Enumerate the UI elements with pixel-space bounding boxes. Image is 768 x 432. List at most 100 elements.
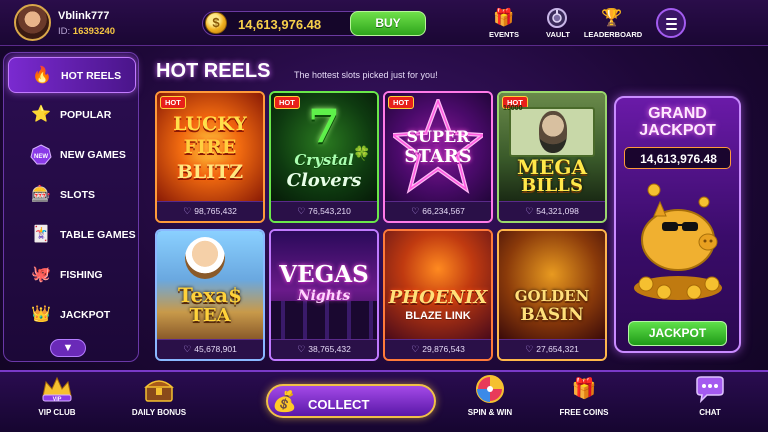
like-count-bar: ♡ 54,321,098 [499,201,605,221]
game-title-line: VEGAS [279,261,369,288]
like-count: 76,543,210 [308,206,351,216]
like-count-bar: ♡ 38,765,432 [271,339,377,359]
skyline-image [271,301,377,339]
game-tile-lucky-fire-blitz[interactable]: HOT LUCKY FIRE BLITZ ♡ 98,765,432 [155,91,265,223]
sidebar-item-popular[interactable]: ⭐ POPULAR [8,97,136,133]
safe-icon[interactable] [543,7,571,29]
like-count-bar: ♡ 29,876,543 [385,339,491,359]
game-title-line: BASIN [520,305,584,325]
sidebar-item-new-games[interactable]: NEW NEW GAMES [8,137,136,173]
jackpot-title-line: JACKPOT [639,121,716,139]
like-count: 38,765,432 [308,344,351,354]
buy-button[interactable]: BUY [350,11,426,36]
fish-icon: 🐙 [31,266,51,283]
game-tile-phoenix-blaze-link[interactable]: PHOENIX BLAZE LINK ♡ 29,876,543 [383,229,493,361]
user-id-value: 16393240 [72,26,116,37]
spin-and-win-label[interactable]: SPIN & WIN [450,408,530,417]
game-art: Texa$ TEA [157,231,263,339]
heart-icon[interactable]: ♡ [525,206,533,216]
heart-icon[interactable]: ♡ [411,206,419,216]
jackpot-amount-box: 14,613,976.48 [624,147,731,169]
game-title-line: TEA [189,305,231,326]
heart-icon[interactable]: ♡ [297,344,305,354]
heart-icon[interactable]: ♡ [525,344,533,354]
vip-crown-icon[interactable]: VIP [40,374,74,404]
game-tile-texas-tea[interactable]: Texa$ TEA ♡ 45,678,901 [155,229,265,361]
page-title: HOT REELS [156,60,271,82]
game-tile-golden-basin[interactable]: GOLDEN BASIN ♡ 27,654,321 [497,229,607,361]
user-id: ID: 16393240 [58,26,115,37]
hamburger-menu-button[interactable] [656,8,686,38]
cards-icon: 🃏 [31,226,51,243]
gift-box-icon[interactable]: 🎁 [490,7,518,29]
game-title-line: PHOENIX [388,287,488,308]
sidebar-item-hot-reels[interactable]: 🔥 HOT REELS [8,57,136,93]
like-count: 98,765,432 [194,206,237,216]
treasure-chest-icon[interactable] [142,374,176,404]
game-art: VEGAS Nights [271,231,377,339]
banknote-image [509,107,595,157]
like-count-bar: ♡ 98,765,432 [157,201,263,221]
heart-icon[interactable]: ♡ [183,344,191,354]
chat-label[interactable]: CHAT [670,408,750,417]
game-tile-crystal-clovers[interactable]: HOT 7 Crystal Clovers 🍀 ♡ 76,543,210 [269,91,379,223]
like-count: 27,654,321 [536,344,579,354]
slot-machine-icon: 🎰 [31,186,51,203]
sidebar-item-jackpot[interactable]: 👑 JACKPOT [8,297,136,333]
sidebar-item-slots[interactable]: 🎰 SLOTS [8,177,136,213]
game-tile-mega-bills[interactable]: HOT 10000 MEGA BILLS ♡ 54,321,098 [497,91,607,223]
sidebar-item-label: HOT REELS [61,70,122,82]
flame-icon: 🔥 [32,67,52,84]
gift-box-icon[interactable]: 🎁 [567,374,601,404]
sidebar-item-label: SLOTS [60,189,96,201]
daily-bonus-label[interactable]: DAILY BONUS [119,408,199,417]
jackpot-button[interactable]: JACKPOT [628,321,727,346]
collect-label[interactable]: COLLECT [308,397,369,412]
chevron-down-icon[interactable]: ▼ [50,339,86,357]
avatar[interactable] [14,4,51,41]
vip-club-label[interactable]: VIP CLUB [17,408,97,417]
sidebar-item-label: JACKPOT [60,309,111,321]
like-count-bar: ♡ 66,234,567 [385,201,491,221]
menu-line [666,18,677,20]
game-title-line: Clovers [286,170,362,191]
clover-icon: 🍀 [353,145,371,161]
game-title-line: GOLDEN [514,287,590,305]
prize-wheel-icon[interactable] [473,374,507,404]
bill-value: 10000 [503,105,523,112]
game-title-line: Texa$ [177,283,243,307]
sidebar-item-fishing[interactable]: 🐙 FISHING [8,257,136,293]
trophy-icon[interactable]: 🏆 [598,7,626,29]
like-count: 54,321,098 [536,206,579,216]
heart-icon[interactable]: ♡ [183,206,191,216]
like-count-bar: ♡ 45,678,901 [157,339,263,359]
game-title-line: BILLS [521,175,583,196]
heart-icon[interactable]: ♡ [411,344,419,354]
character-image [185,237,225,279]
game-tile-vegas-nights[interactable]: VEGAS Nights ♡ 38,765,432 [269,229,379,361]
chat-bubble-icon[interactable] [693,374,727,404]
sidebar-item-label: TABLE GAMES [60,229,136,241]
like-count-bar: ♡ 27,654,321 [499,339,605,359]
sidebar-item-label: FISHING [60,269,103,281]
heart-icon[interactable]: ♡ [297,206,305,216]
jackpot-amount: 14,613,976.48 [640,152,717,166]
sidebar-item-table-games[interactable]: 🃏 TABLE GAMES [8,217,136,253]
events-label[interactable]: EVENTS [474,30,534,39]
top-bar: Vblink777 ID: 16393240 $ 14,613,976.48 B… [0,0,768,46]
game-title-line: FIRE [183,136,237,158]
coin-pile-icon: 💰 [272,391,297,413]
game-title-line: Nights [297,288,351,304]
game-title-line: BLITZ [176,161,244,183]
page-subtitle: The hottest slots picked just for you! [294,70,438,80]
new-badge-text: NEW [34,154,48,160]
game-title-line: BLAZE LINK [405,310,471,322]
game-title-line: MEGA [517,155,587,179]
game-art: HOT 7 Crystal Clovers 🍀 [271,93,377,201]
like-count-bar: ♡ 76,543,210 [271,201,377,221]
jackpot-title: GRAND JACKPOT [616,105,739,140]
leaderboard-label[interactable]: LEADERBOARD [578,30,648,39]
free-coins-label[interactable]: FREE COINS [544,408,624,417]
category-sidebar: 🔥 HOT REELS ⭐ POPULAR NEW NEW GAMES 🎰 SL… [3,52,139,362]
game-tile-super-stars[interactable]: HOT SUPER STARS ♡ 66,234,567 [383,91,493,223]
